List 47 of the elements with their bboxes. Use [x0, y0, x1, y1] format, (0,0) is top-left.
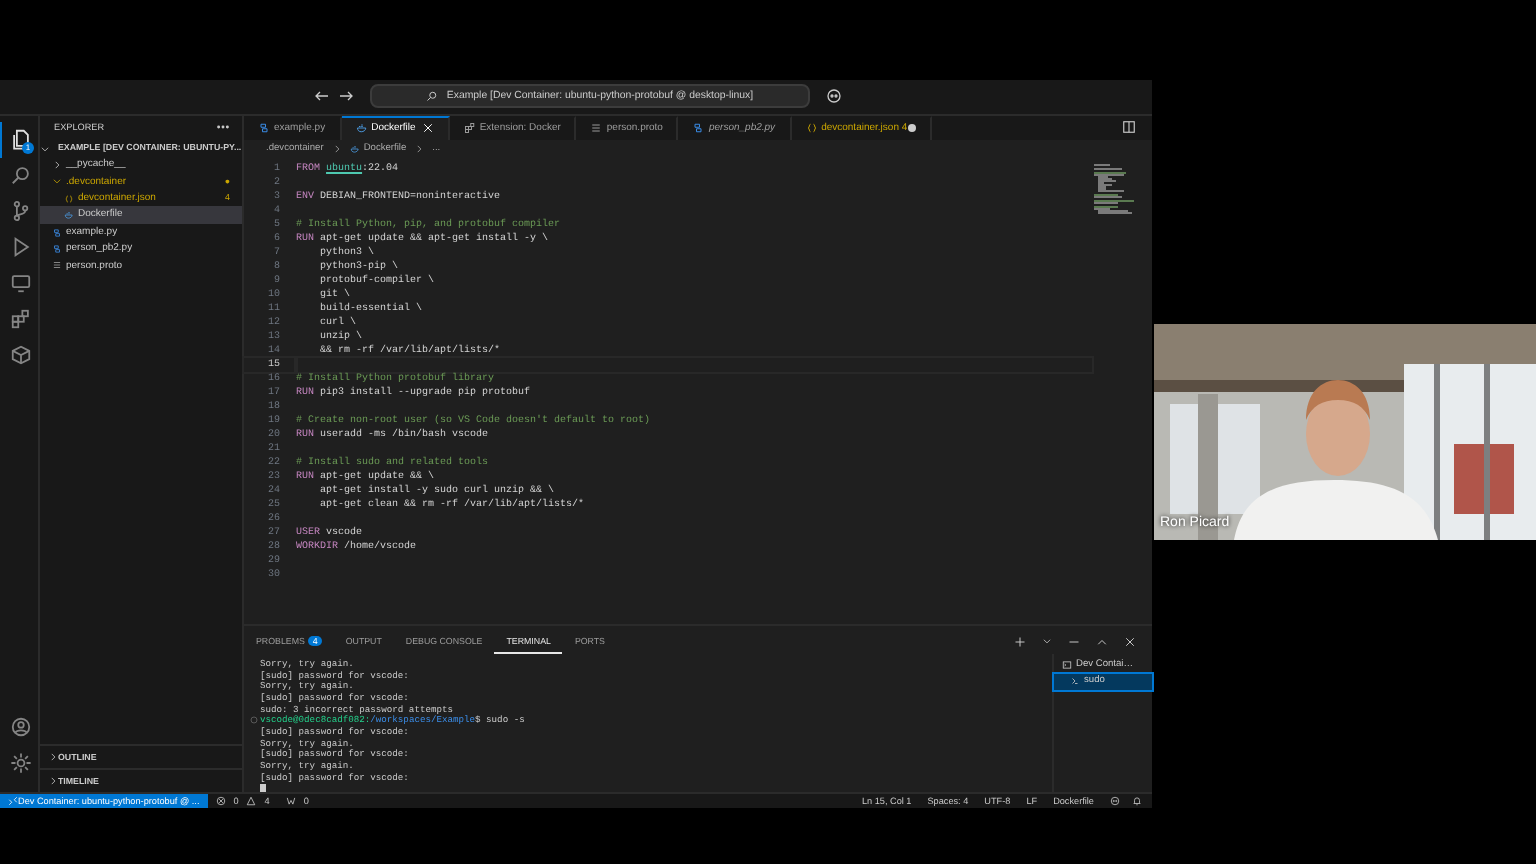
chevron-up-icon[interactable] — [1096, 635, 1108, 648]
chevron-right-icon — [52, 159, 62, 170]
search-icon — [426, 90, 439, 103]
minimap-drawing[interactable] — [1092, 163, 1136, 216]
copilot-icon[interactable] — [826, 88, 842, 105]
account-icon[interactable] — [9, 715, 31, 737]
python-icon — [52, 227, 62, 238]
close-icon[interactable] — [1124, 635, 1136, 648]
settings-icon[interactable] — [9, 751, 31, 773]
files-icon[interactable] — [10, 128, 32, 151]
chevron-down-icon[interactable] — [1042, 636, 1052, 647]
search-icon[interactable] — [9, 164, 31, 187]
command-decoration-icon — [250, 716, 258, 725]
monitor-icon[interactable] — [9, 272, 31, 295]
extensions-icon — [463, 122, 476, 135]
remote-icon — [8, 796, 18, 806]
terminal-icon — [1062, 660, 1072, 671]
extensions-icon[interactable] — [9, 308, 31, 331]
python-icon — [258, 122, 270, 135]
lines-icon — [590, 122, 603, 135]
container-icon[interactable] — [9, 344, 31, 367]
chevron-right-icon — [48, 776, 58, 786]
lines-icon — [52, 260, 62, 271]
back-arrow-icon[interactable] — [314, 88, 330, 105]
branch-icon[interactable] — [9, 200, 31, 223]
unsaved-dot-icon — [907, 124, 916, 133]
braces-icon — [805, 122, 818, 135]
whale-icon — [64, 210, 74, 221]
chevron-down-icon — [52, 176, 62, 187]
chevron-right-icon — [414, 144, 425, 155]
python-icon — [692, 122, 705, 135]
braces-icon — [64, 193, 74, 204]
chevron-right-icon — [48, 752, 58, 762]
terminal-icon — [1070, 676, 1080, 687]
forward-arrow-icon[interactable] — [338, 88, 354, 105]
split-editor-icon[interactable] — [1122, 120, 1136, 135]
plus-icon[interactable] — [1014, 635, 1026, 648]
chevron-right-icon — [331, 144, 342, 155]
whale-icon — [349, 144, 360, 155]
minus-icon[interactable] — [1068, 635, 1080, 648]
chevron-down-icon — [40, 143, 50, 154]
whale-icon — [355, 122, 368, 135]
error-icon — [215, 796, 226, 806]
copilot-icon[interactable] — [1110, 796, 1120, 806]
bell-icon[interactable] — [1132, 796, 1142, 806]
warning-icon — [246, 796, 257, 806]
python-icon — [52, 243, 62, 254]
